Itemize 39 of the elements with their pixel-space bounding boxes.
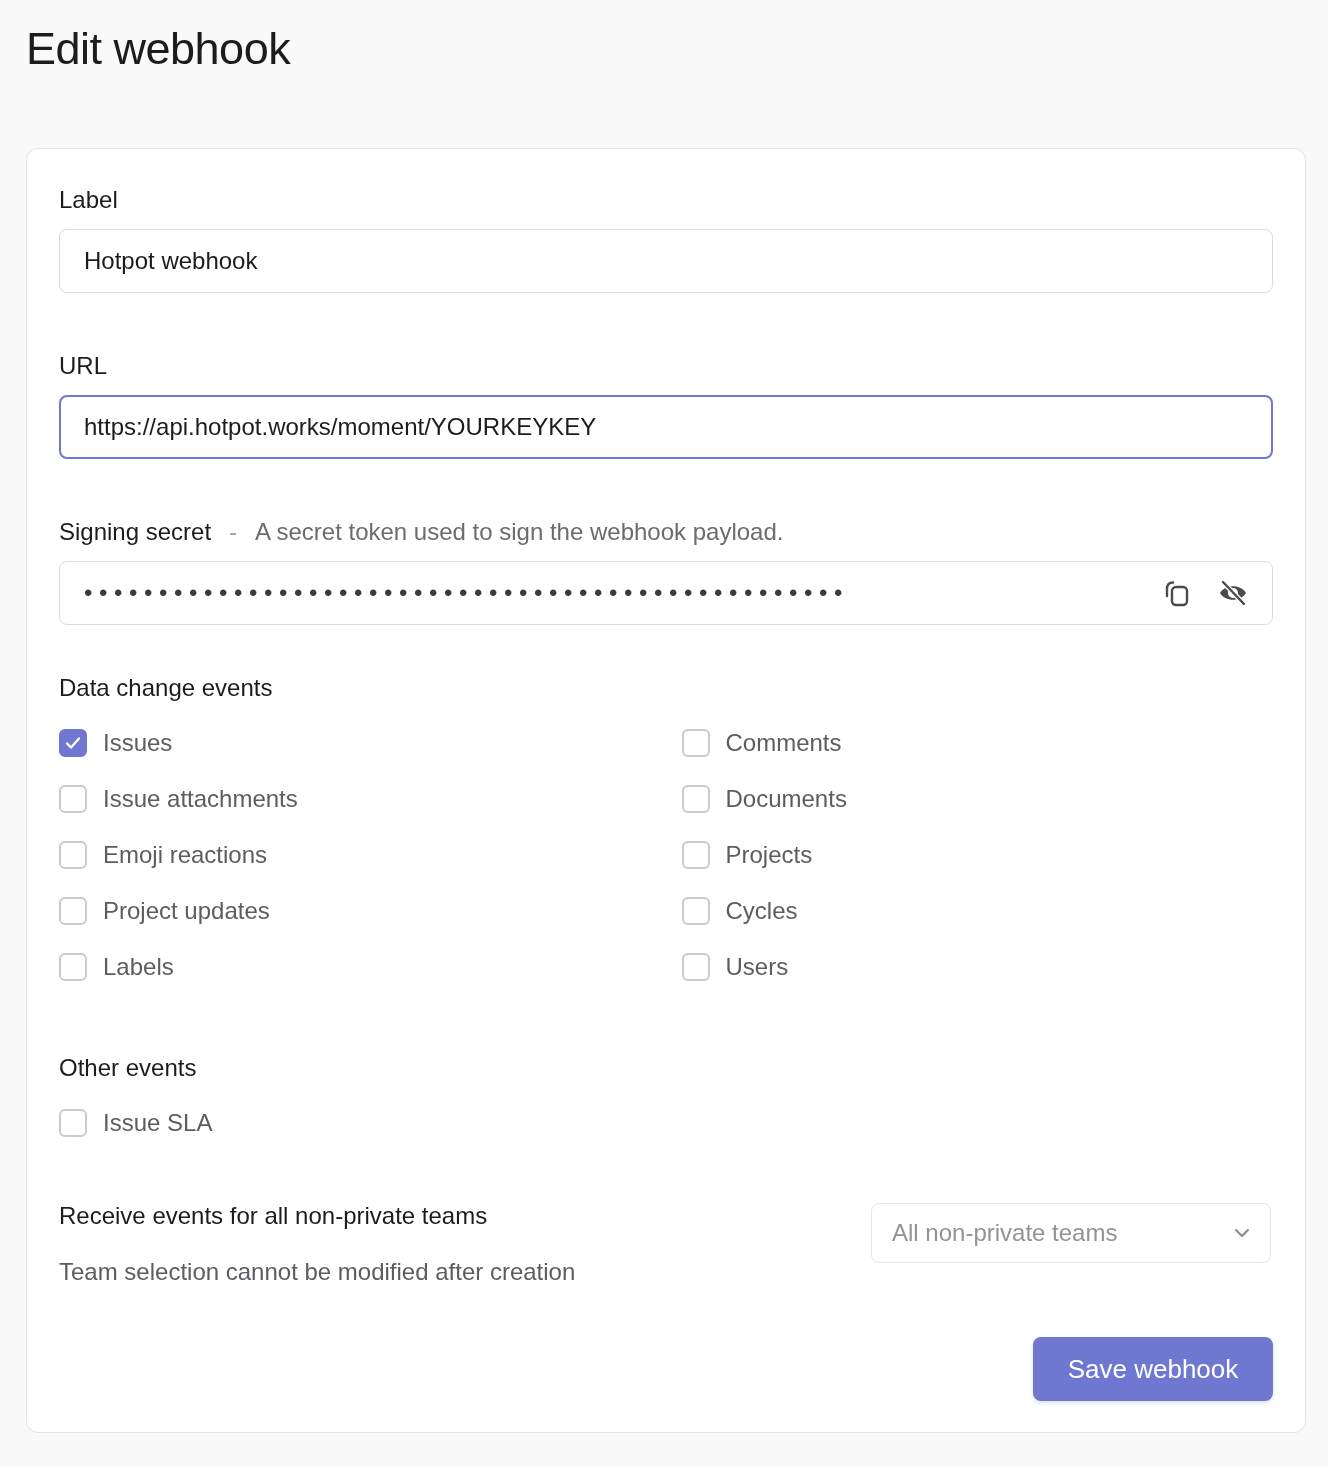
checkbox-label: Cycles — [725, 897, 798, 925]
field-label: URL — [59, 351, 107, 381]
checkbox-label: Users — [725, 953, 789, 981]
checkbox-label: Comments — [725, 729, 842, 757]
checkbox[interactable] — [59, 785, 87, 813]
url-field[interactable]: https://api.hotpot.works/moment/YOURKEYKEY — [59, 395, 1273, 459]
checkbox-label: Project updates — [103, 897, 270, 925]
field-hint: A secret token used to sign the webhook payload. — [255, 517, 784, 547]
checkbox-label: Labels — [103, 953, 174, 981]
chevron-down-icon — [1234, 1228, 1250, 1238]
checkbox-label: Issue attachments — [103, 785, 298, 813]
checkbox[interactable] — [59, 1109, 87, 1137]
checkbox[interactable] — [681, 953, 710, 981]
checkbox-label: Emoji reactions — [103, 841, 268, 869]
check-icon — [65, 736, 81, 750]
checkbox-label: Documents — [725, 785, 847, 813]
checkbox[interactable] — [681, 785, 710, 813]
secret-field[interactable]: ••••••••••••••••••••••••••••••••••••••••••••••••••• — [59, 561, 1273, 625]
checkbox[interactable] — [681, 729, 710, 757]
checkbox[interactable] — [681, 897, 710, 925]
field-label: Signing secret — [59, 517, 212, 547]
section-heading: Data change events — [59, 673, 274, 703]
checkbox[interactable] — [59, 729, 87, 757]
eye-off-icon[interactable] — [1218, 579, 1248, 607]
checkbox[interactable] — [59, 841, 87, 869]
checkbox[interactable] — [59, 953, 87, 981]
section-heading: Receive events for all non-private teams — [59, 1201, 489, 1231]
field-label: Label — [59, 185, 118, 215]
label-field[interactable]: Hotpot webhook — [59, 229, 1273, 293]
checkbox-label: Issue SLA — [103, 1109, 213, 1137]
section-heading: Other events — [59, 1053, 198, 1083]
separator: - — [229, 517, 238, 547]
help-text: Team selection cannot be modified after creation — [59, 1257, 576, 1287]
checkbox-label: Issues — [103, 729, 173, 757]
checkbox[interactable] — [59, 897, 87, 925]
checkbox-label: Projects — [725, 841, 813, 869]
page-title: Edit webhook — [26, 22, 292, 76]
checkbox[interactable] — [681, 841, 710, 869]
save-button[interactable]: Save webhook — [1033, 1337, 1273, 1401]
